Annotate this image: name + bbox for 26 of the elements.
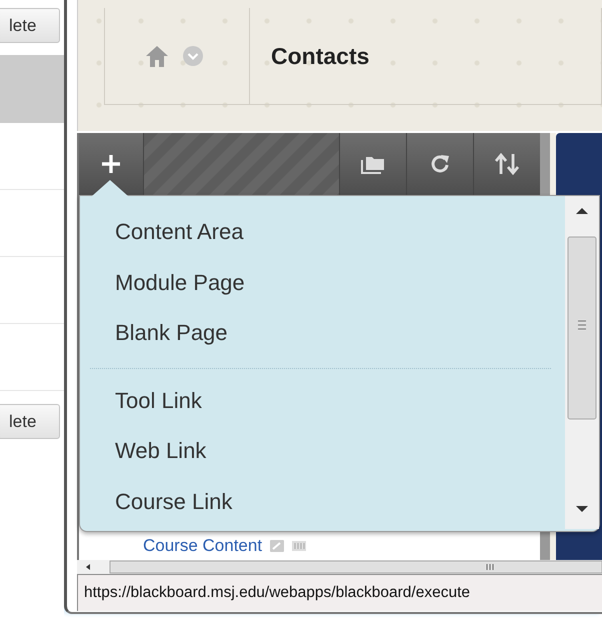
sort-icon	[494, 153, 520, 175]
folder-icon	[361, 154, 385, 174]
chevron-down-icon[interactable]	[183, 46, 203, 66]
vertical-scrollbar[interactable]	[565, 196, 599, 529]
plus-icon	[101, 154, 121, 174]
refresh-icon	[430, 153, 450, 175]
status-url: https://blackboard.msj.edu/webapps/blackboard/execute	[84, 584, 470, 602]
page-title: Contacts	[271, 42, 370, 70]
refresh-button[interactable]	[407, 133, 474, 195]
menu-item[interactable]: Web Link	[80, 429, 565, 480]
menu-link[interactable]: Course Content	[143, 536, 262, 556]
grip-icon[interactable]	[292, 541, 306, 551]
delete-button[interactable]: lete	[0, 404, 60, 439]
menu-item[interactable]: Content Area	[80, 210, 565, 260]
home-icon[interactable]	[145, 45, 169, 67]
add-button[interactable]	[79, 133, 144, 195]
menu-item[interactable]: Tool Link	[80, 378, 565, 429]
delete-button[interactable]: lete	[0, 8, 60, 43]
menu-item[interactable]: Module Page	[80, 260, 565, 311]
edit-icon[interactable]	[270, 540, 284, 552]
table-row-highlight	[0, 55, 64, 123]
horizontal-scrollbar[interactable]	[77, 560, 602, 574]
folder-button[interactable]	[340, 133, 407, 195]
sort-button[interactable]	[474, 133, 540, 195]
menu-item[interactable]: Blank Page	[80, 311, 565, 362]
menu-item[interactable]: Course Link	[80, 480, 565, 530]
